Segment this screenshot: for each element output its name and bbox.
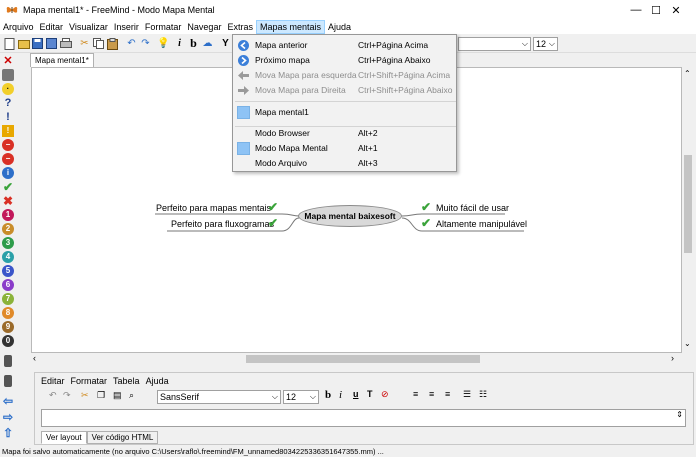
status-bar: Mapa foi salvo automaticamente (no arqui… <box>0 446 696 457</box>
vertical-scroll-thumb[interactable] <box>684 155 692 253</box>
scroll-right-icon[interactable]: › <box>671 353 674 363</box>
notes-size-value: 12 <box>286 392 297 402</box>
menuitem-mova-esquerda[interactable]: Mova Mapa para esquerda Ctrl+Shift+Págin… <box>233 68 456 83</box>
scroll-left-icon[interactable]: ‹ <box>33 353 36 363</box>
editor-scroll-icon[interactable]: ⇕ <box>676 410 683 419</box>
notes-menu-editar[interactable]: Editar <box>41 376 65 386</box>
paste-icon[interactable]: ▤ <box>113 390 122 401</box>
menuitem-modo-browser[interactable]: Modo Browser Alt+2 <box>233 126 456 141</box>
scroll-up-icon[interactable]: ⌃ <box>684 69 691 78</box>
undo-icon[interactable]: ↶ <box>49 390 57 401</box>
menuitem-shortcut: Ctrl+Página Acima <box>358 40 429 50</box>
menuitem-shortcut: Alt+3 <box>358 158 378 168</box>
selected-map-icon <box>237 106 250 119</box>
underline-icon[interactable]: u <box>353 389 359 399</box>
menuitem-label: Próximo mapa <box>255 55 310 65</box>
clear-format-icon[interactable]: ⊘ <box>381 389 389 400</box>
arrow-right-icon <box>238 86 249 95</box>
notes-font-value: SansSerif <box>160 392 200 402</box>
numbered-list-icon[interactable]: ☷ <box>479 389 487 400</box>
menuitem-label: Mapa anterior <box>255 40 308 50</box>
menuitem-shortcut: Ctrl+Página Abaixo <box>358 55 431 65</box>
menuitem-mova-direita[interactable]: Mova Mapa para Direita Ctrl+Shift+Página… <box>233 83 456 98</box>
menuitem-label: Modo Mapa Mental <box>255 143 328 153</box>
central-node[interactable]: Mapa mental baixesoft <box>298 205 402 227</box>
horizontal-scrollbar[interactable]: ‹ › <box>31 353 682 365</box>
menuitem-label: Modo Browser <box>255 128 310 138</box>
redo-icon[interactable]: ↷ <box>63 390 71 401</box>
menuitem-mapa-anterior[interactable]: Mapa anterior Ctrl+Página Acima <box>233 38 456 53</box>
notes-menu: Editar Formatar Tabela Ajuda <box>41 376 169 386</box>
vertical-scrollbar[interactable]: ⌃ ⌄ <box>682 67 694 353</box>
menuitem-mapa-mental1[interactable]: Mapa mental1 <box>233 105 456 120</box>
tab-ver-layout[interactable]: Ver layout <box>41 431 87 444</box>
italic-icon[interactable]: i <box>339 389 342 401</box>
bullet-list-icon[interactable]: ☰ <box>463 389 471 400</box>
node-right-2[interactable]: Altamente manipulável <box>436 219 527 229</box>
node-right-1[interactable]: Muito fácil de usar <box>436 203 509 213</box>
menuitem-shortcut: Alt+1 <box>358 143 378 153</box>
notes-editor[interactable]: ⇕ <box>41 409 686 427</box>
notes-font-combo[interactable]: SansSerif ⌵ <box>157 390 281 404</box>
menuitem-modo-mapa-mental[interactable]: Modo Mapa Mental Alt+1 <box>233 141 456 156</box>
align-center-icon[interactable]: ≡ <box>429 389 434 399</box>
menu-separator <box>235 101 456 102</box>
check-icon: ✔ <box>268 200 279 214</box>
arrow-left-icon <box>238 71 249 80</box>
menuitem-shortcut: Ctrl+Shift+Página Abaixo <box>358 85 453 95</box>
cut-icon[interactable]: ✂ <box>81 390 89 401</box>
align-left-icon[interactable]: ≡ <box>413 389 418 399</box>
notes-menu-tabela[interactable]: Tabela <box>113 376 140 386</box>
menuitem-label: Modo Arquivo <box>255 158 307 168</box>
scroll-down-icon[interactable]: ⌄ <box>684 339 691 348</box>
menuitem-modo-arquivo[interactable]: Modo Arquivo Alt+3 <box>233 156 456 171</box>
check-icon: ✔ <box>421 200 432 214</box>
node-left-2[interactable]: Perfeito para fluxogramas <box>171 219 274 229</box>
notes-menu-formatar[interactable]: Formatar <box>71 376 108 386</box>
notes-menu-ajuda[interactable]: Ajuda <box>146 376 169 386</box>
notes-panel: Editar Formatar Tabela Ajuda ↶ ↷ ✂ ❐ ▤ ⌕… <box>34 372 694 445</box>
next-map-icon <box>238 55 249 66</box>
check-icon: ✔ <box>421 216 432 230</box>
notes-view-tabs: Ver layout Ver código HTML <box>41 431 159 444</box>
horizontal-scroll-thumb[interactable] <box>246 355 480 363</box>
menuitem-label: Mova Mapa para esquerda <box>255 70 357 80</box>
node-left-1[interactable]: Perfeito para mapas mentais <box>156 203 271 213</box>
bold-icon[interactable]: b <box>325 389 331 401</box>
chevron-down-icon: ⌵ <box>271 392 278 401</box>
menuitem-shortcut: Ctrl+Shift+Página Acima <box>358 70 451 80</box>
copy-icon[interactable]: ❐ <box>97 390 105 401</box>
check-icon: ✔ <box>268 216 279 230</box>
notes-size-combo[interactable]: 12 ⌵ <box>283 390 319 404</box>
menuitem-proximo-mapa[interactable]: Próximo mapa Ctrl+Página Abaixo <box>233 53 456 68</box>
find-icon[interactable]: ⌕ <box>129 390 134 401</box>
menuitem-label: Mapa mental1 <box>255 107 309 117</box>
menuitem-label: Mova Mapa para Direita <box>255 85 346 95</box>
prev-map-icon <box>238 40 249 51</box>
tab-ver-codigo-html[interactable]: Ver código HTML <box>86 431 159 444</box>
mapas-mentais-dropdown: Mapa anterior Ctrl+Página Acima Próximo … <box>232 34 457 172</box>
chevron-down-icon: ⌵ <box>309 392 316 401</box>
selected-mode-icon <box>237 142 250 155</box>
align-right-icon[interactable]: ≡ <box>445 389 450 399</box>
menuitem-shortcut: Alt+2 <box>358 128 378 138</box>
text-color-icon[interactable]: T <box>367 389 373 399</box>
